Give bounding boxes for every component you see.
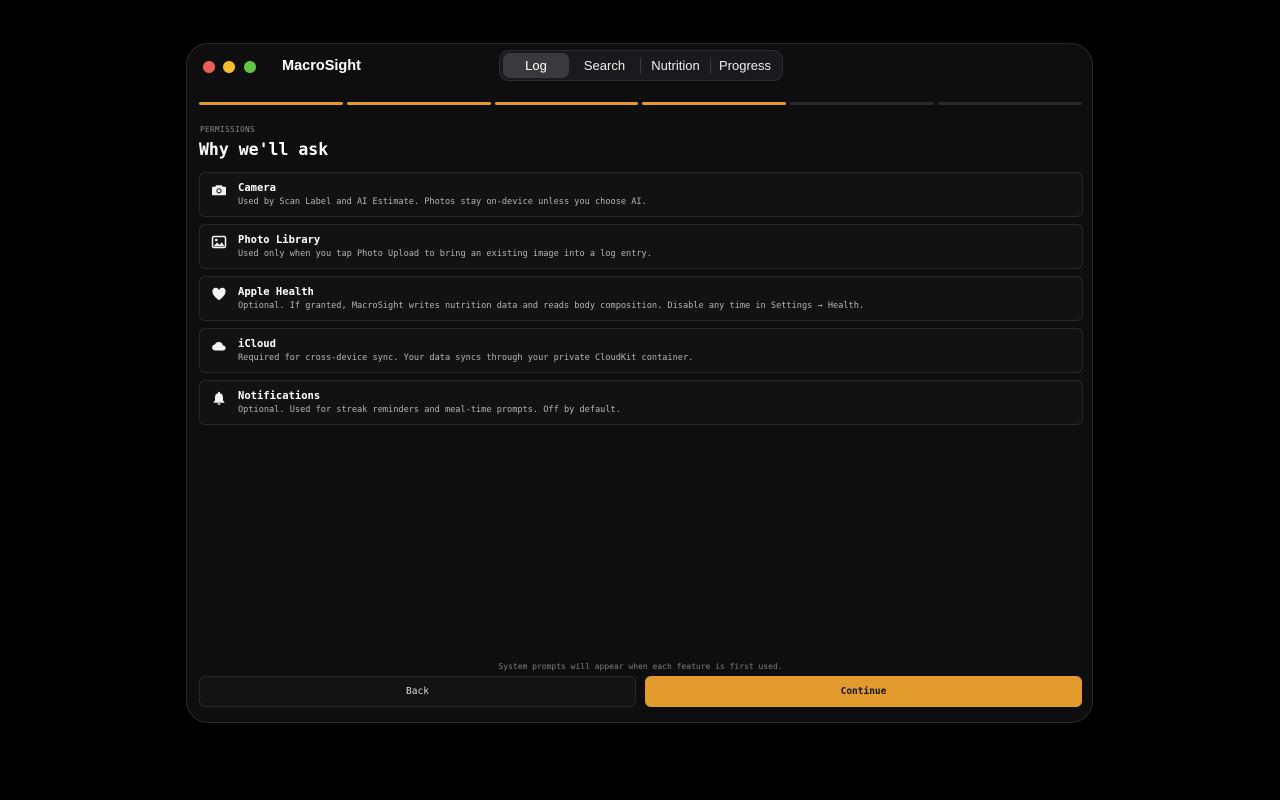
close-window-button[interactable] [203, 61, 215, 73]
permissions-list: Camera Used by Scan Label and AI Estimat… [199, 172, 1083, 432]
tab-progress[interactable]: Progress [711, 53, 779, 78]
permission-description: Used only when you tap Photo Upload to b… [238, 249, 652, 259]
nav-tabs: Log Search Nutrition Progress [499, 50, 783, 81]
permission-camera: Camera Used by Scan Label and AI Estimat… [199, 172, 1083, 217]
progress-step-segment [790, 102, 935, 105]
permission-title: Camera [238, 182, 276, 194]
page-title: Why we'll ask [199, 140, 329, 159]
section-eyebrow: PERMISSIONS [200, 125, 256, 134]
permission-title: iCloud [238, 338, 276, 350]
progress-step-segment [346, 102, 491, 105]
app-window: MacroSight Log Search Nutrition Progress… [186, 43, 1093, 723]
permission-description: Used by Scan Label and AI Estimate. Phot… [238, 197, 647, 207]
tab-log[interactable]: Log [503, 53, 569, 78]
system-prompts-note: System prompts will appear when each fea… [498, 662, 783, 671]
permission-icloud: iCloud Required for cross-device sync. Y… [199, 328, 1083, 373]
permission-title: Photo Library [238, 234, 321, 246]
back-button[interactable]: Back [199, 676, 636, 707]
zoom-window-button[interactable] [244, 61, 256, 73]
permission-description: Optional. If granted, MacroSight writes … [238, 301, 865, 311]
permission-description: Optional. Used for streak reminders and … [238, 405, 621, 415]
progress-step-segment [938, 102, 1082, 105]
camera-icon [211, 182, 227, 198]
permission-title: Apple Health [238, 286, 314, 298]
minimize-window-button[interactable] [223, 61, 235, 73]
photo-icon [211, 234, 227, 250]
permission-apple-health: Apple Health Optional. If granted, Macro… [199, 276, 1083, 321]
progress-step-segment [642, 102, 787, 105]
continue-button[interactable]: Continue [645, 676, 1082, 707]
permission-title: Notifications [238, 390, 321, 402]
permission-photo-library: Photo Library Used only when you tap Pho… [199, 224, 1083, 269]
permission-notifications: Notifications Optional. Used for streak … [199, 380, 1083, 425]
cloud-icon [211, 338, 227, 354]
permission-description: Required for cross-device sync. Your dat… [238, 353, 694, 363]
tab-search[interactable]: Search [569, 53, 640, 78]
progress-step-segment [494, 102, 639, 105]
progress-step-segment [199, 102, 343, 105]
onboarding-progress [199, 102, 1082, 105]
tab-nutrition[interactable]: Nutrition [641, 53, 710, 78]
app-title: MacroSight [282, 58, 361, 74]
bell-icon [211, 390, 227, 406]
heart-icon [211, 286, 227, 302]
